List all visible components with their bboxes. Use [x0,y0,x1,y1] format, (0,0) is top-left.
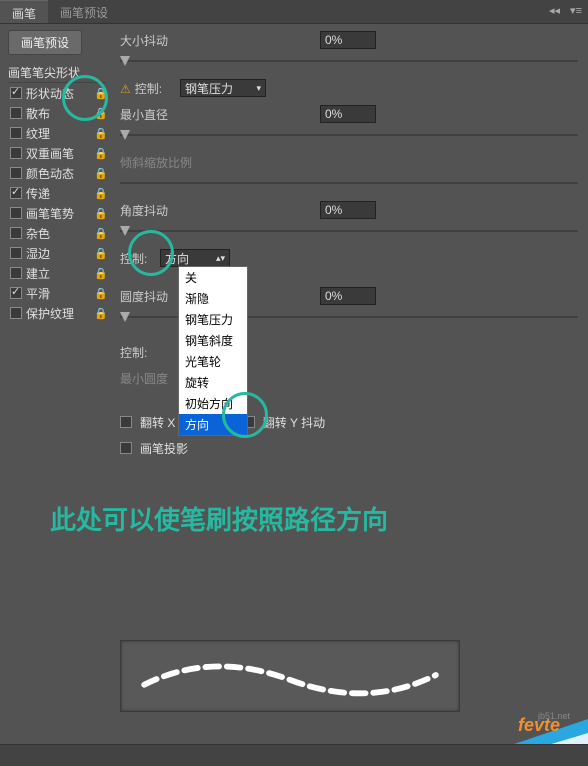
tab-bar: 画笔 画笔预设 ◂◂ ▾≡ [0,0,588,24]
brush-preview [120,640,460,712]
lock-icon[interactable]: 🔒 [94,87,106,100]
dropdown-option[interactable]: 关 [179,267,247,288]
panel-menu-icon[interactable]: ▾≡ [570,4,582,17]
dropdown-option[interactable]: 光笔轮 [179,351,247,372]
checkbox-icon [10,207,22,219]
stroke-preview-icon [121,641,459,711]
checkbox-icon [10,307,22,319]
sidebar-item-平滑[interactable]: 平滑🔒 [8,283,106,303]
brush-tip-shape[interactable]: 画笔笔尖形状 [8,63,106,83]
dropdown-option[interactable]: 钢笔斜度 [179,330,247,351]
checkbox-icon [10,107,22,119]
lock-icon[interactable]: 🔒 [94,127,106,140]
angle-jitter-value[interactable]: 0% [320,201,376,219]
chevron-down-icon: ▾ [256,83,261,94]
tilt-scale-label: 倾斜缩放比例 [120,154,192,171]
dropdown-option[interactable]: 旋转 [179,372,247,393]
sidebar-item-双重画笔[interactable]: 双重画笔🔒 [8,143,106,163]
panel-collapse-icon[interactable]: ◂◂ [549,4,560,17]
tab-presets[interactable]: 画笔预设 [48,0,120,23]
checkbox-icon [10,167,22,179]
control-label-1: 控制: [120,80,180,97]
tilt-scale-slider [120,178,578,190]
min-roundness-label: 最小圆度 [120,370,180,387]
brush-preset-button[interactable]: 画笔预设 [8,30,82,55]
dropdown-option[interactable]: 渐隐 [179,288,247,309]
brush-projection-checkbox[interactable]: 画笔投影 [120,440,188,457]
sidebar-item-颜色动态[interactable]: 颜色动态🔒 [8,163,106,183]
lock-icon[interactable]: 🔒 [94,107,106,120]
lock-icon[interactable]: 🔒 [94,247,106,260]
sidebar-item-建立[interactable]: 建立🔒 [8,263,106,283]
sidebar-item-形状动态[interactable]: 形状动态🔒 [8,83,106,103]
control-label-3: 控制: [120,344,160,361]
dropdown-option[interactable]: 方向 [179,414,247,435]
annotation-text: 此处可以使笔刷按照路径方向 [50,500,388,537]
footer-bar [0,744,588,766]
sidebar-item-散布[interactable]: 散布🔒 [8,103,106,123]
roundness-jitter-value[interactable]: 0% [320,287,376,305]
size-jitter-slider[interactable] [120,56,578,68]
sidebar-item-湿边[interactable]: 湿边🔒 [8,243,106,263]
lock-icon[interactable]: 🔒 [94,267,106,280]
size-jitter-value[interactable]: 0% [320,31,376,49]
lock-icon[interactable]: 🔒 [94,147,106,160]
checkbox-icon [10,287,22,299]
checkbox-icon [10,267,22,279]
min-diameter-slider[interactable] [120,130,578,142]
checkbox-icon [10,227,22,239]
options-area: 大小抖动 0% 控制: 钢笔压力▾ 最小直径 0% [106,24,588,470]
lock-icon[interactable]: 🔒 [94,287,106,300]
sidebar-item-纹理[interactable]: 纹理🔒 [8,123,106,143]
checkbox-icon [10,147,22,159]
checkbox-icon [10,127,22,139]
dropdown-option[interactable]: 钢笔压力 [179,309,247,330]
lock-icon[interactable]: 🔒 [94,207,106,220]
min-diameter-label: 最小直径 [120,106,180,123]
sidebar: 画笔预设 画笔笔尖形状 形状动态🔒散布🔒纹理🔒双重画笔🔒颜色动态🔒传递🔒画笔笔势… [0,24,106,470]
chevron-updown-icon: ▴▾ [216,253,225,264]
checkbox-icon [120,416,132,428]
sidebar-item-传递[interactable]: 传递🔒 [8,183,106,203]
control-dropdown-2-list: 关渐隐钢笔压力钢笔斜度光笔轮旋转初始方向方向 [178,266,248,436]
checkbox-icon [10,187,22,199]
dropdown-option[interactable]: 初始方向 [179,393,247,414]
control-label-2: 控制: [120,250,160,267]
roundness-jitter-label: 圆度抖动 [120,288,180,305]
lock-icon[interactable]: 🔒 [94,227,106,240]
min-diameter-value[interactable]: 0% [320,105,376,123]
sidebar-item-画笔笔势[interactable]: 画笔笔势🔒 [8,203,106,223]
sidebar-item-保护纹理[interactable]: 保护纹理🔒 [8,303,106,323]
control-dropdown-2[interactable]: 方向▴▾ [160,249,230,267]
angle-jitter-label: 角度抖动 [120,202,180,219]
checkbox-icon [120,442,132,454]
flip-y-checkbox[interactable]: 翻转 Y 抖动 [243,414,325,431]
control-dropdown-1[interactable]: 钢笔压力▾ [180,79,266,97]
lock-icon[interactable]: 🔒 [94,187,106,200]
lock-icon[interactable]: 🔒 [94,307,106,320]
tab-brush[interactable]: 画笔 [0,0,48,23]
sidebar-item-杂色[interactable]: 杂色🔒 [8,223,106,243]
angle-jitter-slider[interactable] [120,226,578,238]
checkbox-icon [10,87,22,99]
size-jitter-label: 大小抖动 [120,32,180,49]
svg-text:jb51.net: jb51.net [537,711,571,721]
checkbox-icon [10,247,22,259]
lock-icon[interactable]: 🔒 [94,167,106,180]
